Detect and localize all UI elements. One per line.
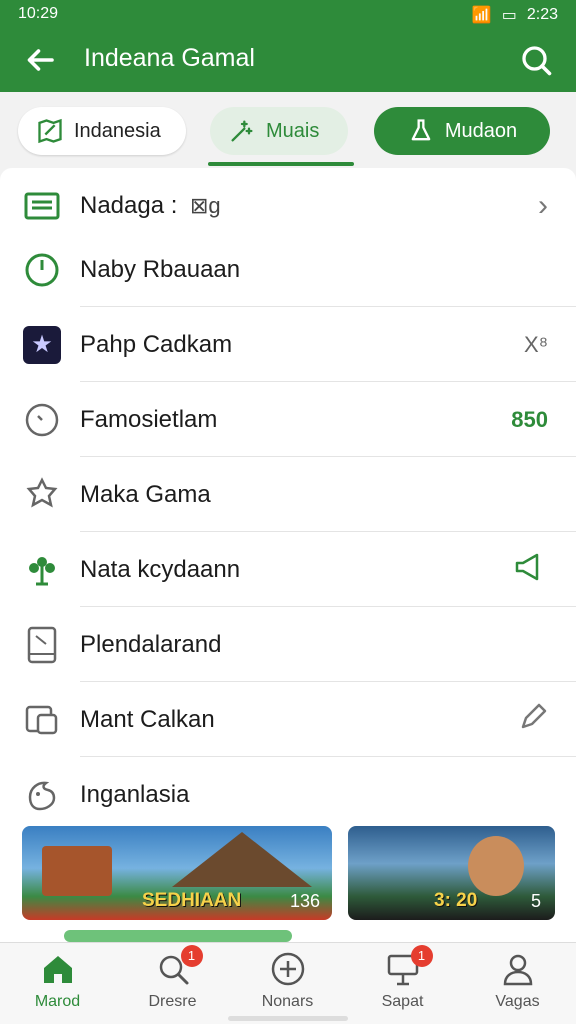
list-item[interactable]: Maka Gama [0, 457, 576, 532]
nav-item-dresre[interactable]: 1 Dresre [115, 945, 230, 1011]
list-item[interactable]: Plendalarand [0, 607, 576, 682]
notification-badge: 1 [180, 945, 203, 967]
status-bar: 10:29 📶 ▭ 2:23 [0, 0, 576, 28]
filter-chips: Indanesia Muais Mudaon [0, 92, 576, 168]
timer-icon [22, 400, 62, 440]
promo-banner[interactable]: 3: 20 5 [348, 826, 555, 920]
pencil-icon[interactable] [518, 702, 548, 738]
list-item[interactable]: Mant Calkan [0, 682, 576, 757]
nav-label: Dresre [148, 993, 197, 1010]
promo-banner[interactable]: SEDHIAAN 136 [22, 826, 332, 920]
banner-title: SEDHIAAN [142, 890, 242, 911]
search-icon[interactable] [518, 42, 554, 78]
clock-icon [22, 250, 62, 290]
list-item-label: Naby Rbauaan [80, 255, 241, 283]
list-item[interactable]: Famosietlam 850 [0, 382, 576, 457]
page-title: Indeana Gamal [84, 44, 255, 72]
chip-mudaon[interactable]: Mudaon [374, 107, 550, 155]
chip-label: Mudaon [444, 119, 518, 142]
user-icon [503, 954, 532, 986]
map-icon [38, 118, 62, 144]
status-icons: 📶 ▭ 2:23 [472, 5, 558, 25]
nav-label: Sapat [381, 993, 424, 1010]
nav-item-nonars[interactable]: Nonars [230, 951, 345, 1011]
banner-value: 136 [289, 891, 320, 911]
home-icon [43, 956, 72, 983]
list-item[interactable]: Naby Rbauaan [0, 232, 576, 307]
notification-badge: 1 [410, 945, 433, 967]
list-item-label: Mant Calkan [80, 705, 215, 733]
nav-label: Nonars [261, 993, 314, 1010]
list-item[interactable]: Inganlasia [0, 757, 576, 832]
list-card: Nadaga : ⊠g › Naby Rbauaan ★ Pahp Cadkam… [0, 168, 576, 938]
back-arrow-icon[interactable] [22, 42, 58, 78]
search-icon: 1 [155, 945, 203, 987]
house-icon [42, 846, 112, 896]
promo-banners: SEDHIAAN 136 3: 20 5 [0, 826, 576, 920]
mail-icon [22, 186, 62, 226]
bird-icon [22, 775, 62, 815]
character-portrait-icon [468, 836, 524, 896]
chip-label: Muais [266, 119, 320, 142]
app-bar: Indeana Gamal [0, 28, 576, 92]
tablet-icon [22, 625, 62, 665]
billboard-icon: 1 [385, 945, 433, 987]
list-item[interactable]: ★ Pahp Cadkam X⁸ [0, 307, 576, 382]
home-indicator [228, 1016, 348, 1021]
nav-label: Marod [34, 993, 81, 1010]
list-item-label: Plendalarand [80, 630, 222, 658]
list-item-extra: ⊠g [190, 192, 221, 218]
plant-icon [22, 550, 62, 590]
flask-icon [411, 119, 431, 141]
status-time-right: 2:23 [526, 6, 558, 23]
progress-peek [64, 930, 292, 942]
list-item-label: Nata kcydaann [80, 555, 241, 583]
sparkle-wand-icon [231, 120, 253, 142]
temple-roof-icon [172, 832, 312, 887]
list-item[interactable]: Nata kcydaann [0, 532, 576, 607]
list-item-label: Nadaga : [80, 191, 178, 219]
nav-item-sapat[interactable]: 1 Sapat [345, 945, 460, 1011]
app-logo-icon: ★ [22, 325, 62, 365]
chip-label: Indanesia [74, 119, 161, 142]
nav-item-marod[interactable]: Marod [0, 951, 115, 1011]
list-item-label: Inganlasia [80, 780, 190, 808]
megaphone-icon [514, 552, 548, 588]
chip-indanesia[interactable]: Indanesia [18, 107, 186, 155]
banner-title: 3: 20 [434, 890, 478, 911]
battery-icon: ▭ [501, 7, 517, 24]
list-item-trailing: X⁸ [524, 331, 548, 357]
peek-row [0, 928, 576, 942]
gallery-icon [22, 700, 62, 740]
nav-item-vagas[interactable]: Vagas [460, 951, 575, 1011]
nav-label: Vagas [495, 993, 540, 1010]
badge-star-icon [22, 475, 62, 515]
list-item-trailing: 850 [511, 406, 548, 432]
status-time-left: 10:29 [18, 5, 59, 22]
list-item-label: Maka Gama [80, 480, 211, 508]
banner-value: 5 [530, 891, 541, 911]
bottom-nav: Marod 1 Dresre Nonars 1 Sapat Vagas [0, 942, 576, 1024]
list-item-label: Famosietlam [80, 405, 218, 433]
wifi-icon: 📶 [471, 7, 492, 24]
chevron-right-icon: › [538, 188, 548, 222]
add-circle-icon [271, 952, 304, 986]
chip-muais[interactable]: Muais [210, 107, 348, 155]
active-tab-indicator [208, 162, 354, 166]
list-item-label: Pahp Cadkam [80, 330, 233, 358]
